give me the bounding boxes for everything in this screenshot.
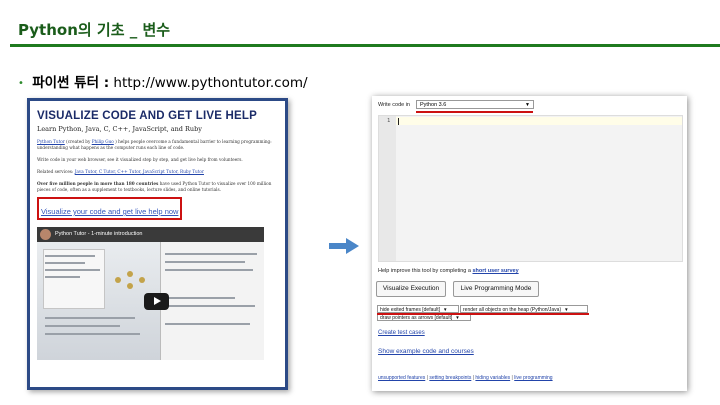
- right-arrow-icon: [329, 238, 359, 254]
- title-divider: [10, 44, 720, 47]
- live-programming-button[interactable]: Live Programming Mode: [453, 281, 539, 297]
- code-editor[interactable]: 1: [378, 115, 683, 262]
- video-text-line: [165, 253, 257, 255]
- video-text-line: [45, 255, 95, 257]
- video-text-line: [45, 325, 120, 327]
- active-line: [396, 117, 682, 125]
- video-code-panel: [43, 249, 105, 309]
- survey-prompt: Help improve this tool by completing a s…: [378, 268, 519, 274]
- options-highlight: [377, 313, 589, 315]
- intro-created-by: (created by: [66, 139, 91, 144]
- related-links[interactable]: Java Tutor, C Tutor, C++ Tutor, JavaScri…: [75, 169, 204, 174]
- hiding-variables-link[interactable]: hiding variables: [475, 375, 510, 381]
- subtitle-label: 파이썬 튜터 :: [32, 75, 110, 91]
- show-example-link[interactable]: Show example code and courses: [378, 348, 474, 355]
- related-label: Related services:: [37, 169, 74, 174]
- live-programming-link[interactable]: live programming: [514, 375, 552, 381]
- survey-text: Help improve this tool by completing a: [378, 268, 471, 274]
- stats-bold: Over five million people in more than 18…: [37, 181, 159, 186]
- cta-highlight-box: Visualize your code and get live help no…: [37, 197, 183, 220]
- chevron-down-icon: ▼: [525, 102, 530, 108]
- heap-option-select[interactable]: render all objects on the heap (Python/J…: [460, 305, 588, 313]
- homepage-para-browser: Write code in your web browser, see it v…: [37, 157, 243, 162]
- heap-node: [139, 277, 145, 283]
- breakpoints-link[interactable]: setting breakpoints: [429, 375, 471, 381]
- play-icon[interactable]: [144, 293, 169, 310]
- heap-node: [115, 277, 121, 283]
- text-cursor: [398, 118, 399, 125]
- intro-video[interactable]: Python Tutor - 1-minute introduction: [37, 227, 264, 360]
- line-number: 1: [387, 118, 391, 124]
- subtitle-url[interactable]: http://www.pythontutor.com/: [113, 75, 307, 91]
- language-select[interactable]: Python 3.6 ▼: [416, 100, 534, 109]
- video-text-line: [45, 262, 85, 264]
- homepage-content: VISUALIZE CODE AND GET LIVE HELP Learn P…: [30, 101, 285, 387]
- visualize-execution-button[interactable]: Visualize Execution: [376, 281, 446, 297]
- visualize-cta-link[interactable]: Visualize your code and get live help no…: [41, 207, 178, 216]
- footer-links: unsupported features | setting breakpoin…: [378, 375, 553, 381]
- heap-node: [127, 283, 133, 289]
- video-text-line: [45, 276, 80, 278]
- bullet-icon: •: [18, 78, 24, 89]
- video-text-line: [165, 305, 255, 307]
- homepage-related: Related services: Java Tutor, C Tutor, C…: [37, 169, 278, 175]
- avatar: [40, 229, 51, 240]
- video-text-line: [45, 269, 100, 271]
- video-text-line: [45, 317, 135, 319]
- survey-link[interactable]: short user survey: [472, 268, 518, 274]
- write-code-label: Write code in: [378, 102, 410, 108]
- video-text-line: [165, 261, 245, 263]
- video-text-line: [45, 333, 140, 335]
- chevron-down-icon: ▼: [564, 307, 569, 312]
- editor-screenshot: Write code in Python 3.6 ▼ 1 Help improv…: [372, 96, 687, 391]
- slide-subtitle: • 파이썬 튜터 : http://www.pythontutor.com/: [18, 71, 308, 91]
- line-gutter: 1: [379, 116, 396, 261]
- pointers-option-value: draw pointers as arrows [default]: [380, 315, 453, 321]
- video-text-line: [165, 269, 253, 271]
- create-test-cases-link[interactable]: Create test cases: [378, 330, 425, 336]
- homepage-screenshot: VISUALIZE CODE AND GET LIVE HELP Learn P…: [27, 98, 288, 390]
- video-title-bar: Python Tutor - 1-minute introduction: [37, 227, 264, 242]
- homepage-languages: Learn Python, Java, C, C++, JavaScript, …: [37, 125, 202, 133]
- chevron-down-icon: ▼: [443, 307, 448, 312]
- python-tutor-link[interactable]: Python Tutor: [37, 139, 65, 144]
- heap-node: [127, 271, 133, 277]
- language-selected: Python 3.6: [420, 102, 447, 108]
- homepage-intro: Python Tutor (created by Philip Guo ) he…: [37, 139, 278, 151]
- unsupported-features-link[interactable]: unsupported features: [378, 375, 425, 381]
- frames-option-select[interactable]: hide exited frames [default] ▼: [377, 305, 459, 313]
- video-title: Python Tutor - 1-minute introduction: [55, 231, 143, 237]
- chevron-down-icon: ▼: [455, 315, 460, 320]
- video-text-line: [165, 323, 250, 325]
- homepage-stats: Over five million people in more than 18…: [37, 181, 278, 193]
- language-highlight: [416, 111, 533, 113]
- video-text-line: [165, 297, 235, 299]
- author-link[interactable]: Philip Guo: [92, 139, 114, 144]
- homepage-heading: VISUALIZE CODE AND GET LIVE HELP: [37, 110, 258, 122]
- slide-title: Python의 기초 _ 변수: [18, 21, 171, 39]
- video-side-panel: [160, 242, 264, 360]
